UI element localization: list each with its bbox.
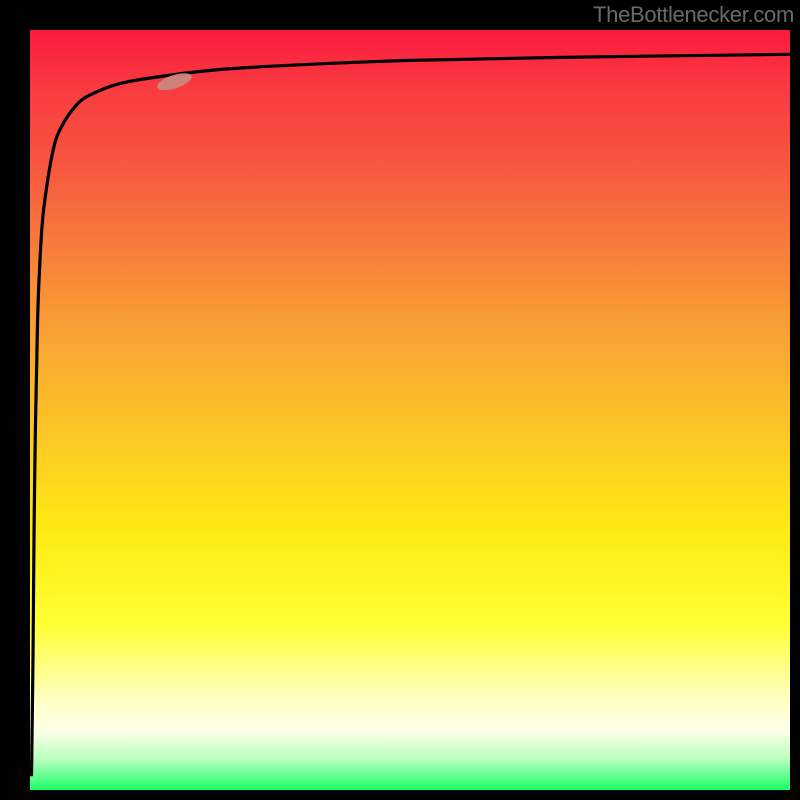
watermark-text: TheBottlenecker.com — [593, 2, 794, 28]
y-axis — [0, 0, 30, 800]
plot-area — [30, 30, 790, 790]
x-axis — [0, 790, 800, 800]
gradient-background — [30, 30, 790, 790]
chart-container: TheBottlenecker.com — [0, 0, 800, 800]
